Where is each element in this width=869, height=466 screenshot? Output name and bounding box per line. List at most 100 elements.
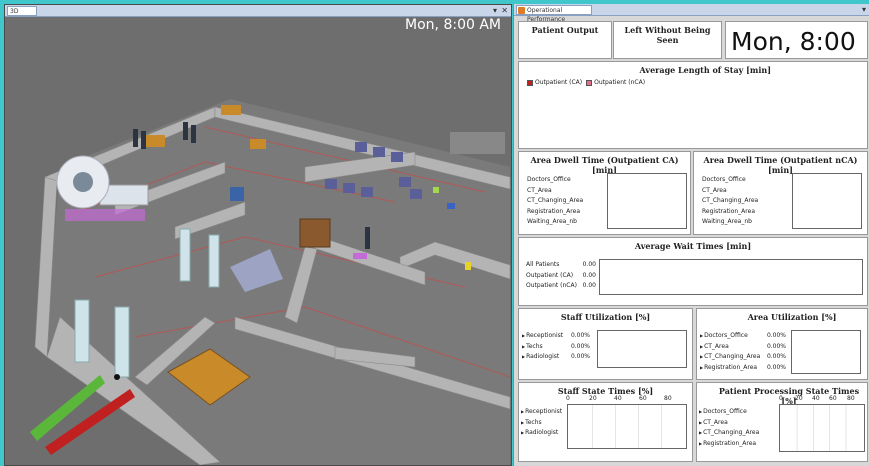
area-utilization-title: Area Utilization [%]	[747, 312, 837, 322]
dropdown-menu-icon[interactable]: ▾	[862, 4, 866, 15]
area-util-value: 0.00%	[766, 353, 786, 360]
wait-label: All Patients	[526, 261, 560, 268]
dwell-nca-row: Doctors_Office	[702, 176, 746, 183]
dwell-ca-title: Area Dwell Time (Outpatient CA) [min]	[530, 155, 679, 175]
wait-value: 0.00	[582, 261, 596, 268]
staff-state-row[interactable]: Receptionist	[521, 407, 562, 418]
3d-view-tabbar: 3D ▾ ✕	[5, 5, 511, 17]
wait-row: Outpatient (CA) 0.00	[526, 271, 596, 282]
legend-swatch-ca	[527, 79, 533, 86]
wait-plot	[599, 259, 863, 295]
staff-util-row[interactable]: Techs 0.00%	[522, 342, 590, 353]
wait-value: 0.00	[582, 282, 596, 289]
x-tick-label: 80	[847, 395, 855, 402]
x-tick-label: 80	[664, 395, 672, 402]
x-tick-label: 0	[566, 395, 570, 402]
simulation-clock: Mon, 8:00 AM	[405, 17, 501, 33]
wait-label: Outpatient (nCA)	[526, 282, 577, 289]
area-util-row[interactable]: Doctors_Office 0.00%	[700, 331, 786, 342]
dwell-nca-panel: Area Dwell Time (Outpatient nCA) [min] D…	[693, 151, 868, 235]
legend-label-nca: Outpatient (nCA)	[594, 79, 646, 86]
dwell-ca-rows: Doctors_Office CT_Area CT_Changing_Area …	[527, 175, 583, 228]
dwell-ca-row: Doctors_Office	[527, 176, 571, 183]
legend-swatch-nca	[586, 79, 593, 86]
area-util-plot	[791, 330, 861, 374]
dwell-nca-plot	[792, 173, 862, 229]
avg-length-of-stay-panel: Average Length of Stay [min] Outpatient …	[518, 61, 868, 149]
patient-state-row[interactable]: Doctors_Office	[699, 407, 759, 418]
dwell-nca-row: CT_Changing_Area	[702, 197, 759, 204]
x-tick-label: 20	[589, 395, 597, 402]
close-icon[interactable]: ✕	[501, 5, 508, 16]
wait-row: All Patients 0.00	[526, 260, 596, 271]
staff-state-row[interactable]: Techs	[521, 418, 562, 429]
dwell-nca-row: CT_Area	[702, 186, 727, 194]
area-util-row[interactable]: Registration_Area 0.00%	[700, 363, 786, 374]
area-util-row[interactable]: CT_Changing_Area 0.00%	[700, 352, 786, 363]
staff-state-rows: Receptionist Techs Radiologist	[521, 407, 562, 439]
staff-util-row[interactable]: Radiologist 0.00%	[522, 352, 590, 363]
dwell-ca-row: CT_Area	[527, 186, 552, 194]
staff-util-value: 0.00%	[570, 342, 590, 350]
staff-utilization-panel: Staff Utilization [%] Receptionist 0.00%…	[518, 308, 693, 380]
staff-util-rows: Receptionist 0.00% Techs 0.00% Radiologi…	[522, 331, 590, 363]
staff-utilization-title: Staff Utilization [%]	[560, 312, 651, 322]
staff-util-label: Radiologist	[522, 352, 559, 363]
patient-state-rows: Doctors_Office CT_Area CT_Changing_Area …	[699, 407, 759, 449]
area-utilization-panel: Area Utilization [%] Doctors_Office 0.00…	[696, 308, 868, 380]
legend-label-ca: Outpatient (CA)	[535, 79, 583, 86]
dashboard-pane: Operational Performance ▾ Patient Output…	[513, 4, 869, 466]
area-util-rows: Doctors_Office 0.00% CT_Area 0.00% CT_Ch…	[700, 331, 786, 373]
avg-length-of-stay-title: Average Length of Stay [min]	[639, 65, 771, 75]
staff-util-row[interactable]: Receptionist 0.00%	[522, 331, 590, 342]
staff-util-label: Techs	[522, 342, 543, 353]
avg-wait-times-title: Average Wait Times [min]	[634, 241, 752, 251]
wait-row: Outpatient (nCA) 0.00	[526, 281, 596, 292]
dwell-ca-row: Registration_Area	[527, 207, 580, 215]
area-util-row[interactable]: CT_Area 0.00%	[700, 342, 786, 353]
staff-util-plot	[597, 330, 687, 368]
x-tick-label: 40	[614, 395, 622, 402]
tab-3d-view[interactable]: 3D	[7, 6, 37, 16]
clock-panel: Mon, 8:00 AM	[725, 21, 868, 85]
chart-icon	[518, 7, 525, 14]
area-util-label: CT_Changing_Area	[700, 352, 760, 363]
tab-operational-performance[interactable]: Operational Performance	[516, 5, 592, 23]
area-util-value: 0.00%	[766, 332, 786, 339]
area-util-label: Doctors_Office	[700, 331, 748, 342]
patient-state-row[interactable]: Registration_Area	[699, 439, 759, 450]
x-tick-label: 0	[779, 395, 783, 402]
lwbs-panel: Left Without Being Seen	[613, 21, 722, 59]
dwell-nca-title: Area Dwell Time (Outpatient nCA) [min]	[703, 155, 858, 175]
patient-output-panel: Patient Output	[518, 21, 612, 59]
staff-state-times-panel: Staff State Times [%] 0 20 40 60 80 Rece…	[518, 382, 693, 462]
3d-view-pane[interactable]: 3D ▾ ✕ Mon, 8:00 AM	[4, 4, 512, 466]
lwbs-title: Left Without Being Seen	[624, 25, 711, 45]
x-tick-label: 20	[795, 395, 803, 402]
dashboard-tabbar: Operational Performance ▾	[514, 4, 869, 23]
wait-rows: All Patients 0.00 Outpatient (CA) 0.00 O…	[526, 260, 596, 292]
area-util-value: 0.00%	[766, 363, 786, 371]
patient-state-row[interactable]: CT_Changing_Area	[699, 428, 759, 439]
app-window: 3D ▾ ✕ Mon, 8:00 AM Operational Performa…	[0, 0, 869, 466]
wait-label: Outpatient (CA)	[526, 271, 574, 279]
dropdown-menu-icon[interactable]: ▾	[493, 5, 497, 16]
x-tick-label: 40	[812, 395, 820, 402]
staff-util-value: 0.00%	[570, 332, 590, 339]
patient-output-title: Patient Output	[531, 25, 599, 35]
dwell-ca-panel: Area Dwell Time (Outpatient CA) [min] Do…	[518, 151, 691, 235]
area-util-label: CT_Area	[700, 342, 729, 353]
x-tick-label: 60	[639, 395, 647, 402]
patient-state-plot	[779, 404, 865, 452]
wait-value: 0.00	[582, 271, 596, 279]
dwell-ca-plot	[607, 173, 687, 229]
area-util-label: Registration_Area	[700, 363, 757, 374]
staff-util-label: Receptionist	[522, 331, 563, 342]
dwell-nca-row: Registration_Area	[702, 207, 755, 215]
3d-scene-canvas[interactable]	[5, 17, 511, 465]
dwell-nca-row: Waiting_Area_nb	[702, 218, 752, 225]
patient-state-times-panel: Patient Processing State Times [%] 0 20 …	[696, 382, 868, 462]
staff-state-row[interactable]: Radiologist	[521, 428, 562, 439]
patient-state-row[interactable]: CT_Area	[699, 418, 759, 429]
dwell-ca-row: Waiting_Area_nb	[527, 218, 577, 225]
